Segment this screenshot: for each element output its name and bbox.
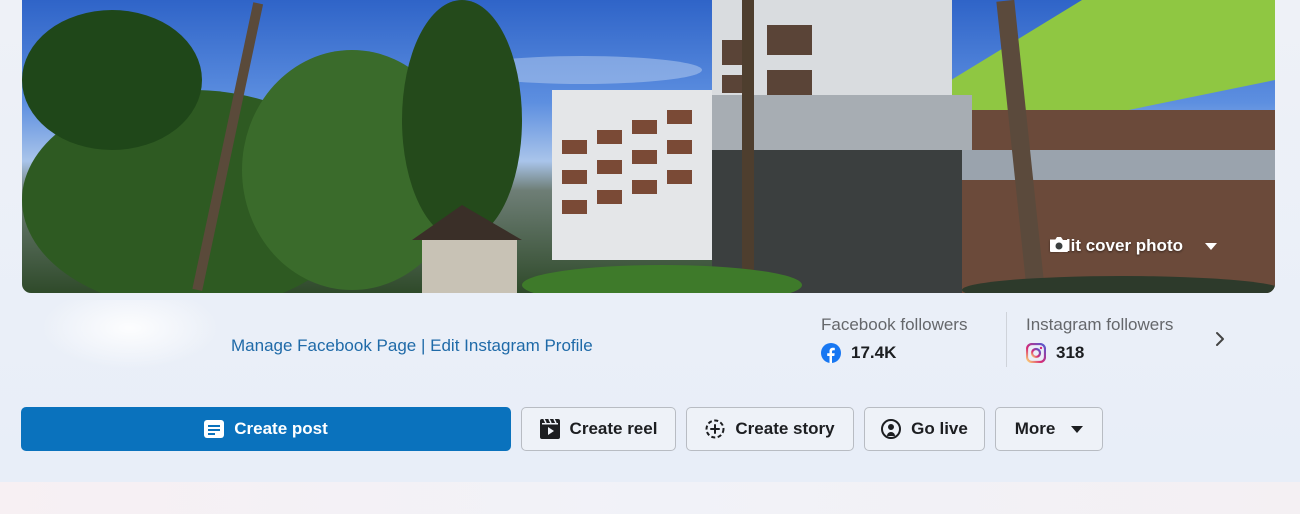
facebook-followers-stat[interactable]: Facebook followers 17.4K	[821, 315, 967, 363]
instagram-followers-stat[interactable]: Instagram followers 318	[1026, 315, 1173, 363]
instagram-followers-label: Instagram followers	[1026, 315, 1174, 334]
more-label: More	[1014, 419, 1056, 438]
stats-divider	[1006, 312, 1007, 367]
facebook-followers-label: Facebook followers	[821, 315, 968, 334]
create-reel-label: Create reel	[569, 419, 658, 438]
post-icon	[204, 420, 225, 438]
caret-down-icon	[1071, 425, 1084, 433]
go-live-label: Go live	[911, 419, 968, 438]
story-icon	[705, 419, 725, 439]
profile-avatar[interactable]	[40, 300, 220, 370]
camera-icon	[1049, 237, 1068, 252]
go-live-button[interactable]: Go live	[864, 407, 985, 451]
create-post-button[interactable]: Create post	[21, 407, 511, 451]
facebook-followers-count: 17.4K	[851, 343, 897, 362]
page: Edit cover photo Manage Facebook Page | …	[0, 0, 1300, 514]
more-button[interactable]: More	[995, 407, 1103, 451]
manage-facebook-page-link[interactable]: Manage Facebook Page	[231, 336, 416, 355]
edit-instagram-profile-link[interactable]: Edit Instagram Profile	[430, 336, 593, 355]
instagram-followers-count: 318	[1056, 343, 1085, 362]
live-icon	[881, 419, 902, 439]
create-post-label: Create post	[234, 419, 328, 438]
cover-photo: Edit cover photo	[22, 0, 1275, 293]
reel-icon	[539, 419, 560, 439]
edit-cover-photo-button[interactable]: Edit cover photo	[1049, 236, 1217, 256]
chevron-right-icon[interactable]	[1212, 329, 1228, 349]
create-story-label: Create story	[735, 419, 835, 438]
create-reel-button[interactable]: Create reel	[521, 407, 676, 451]
facebook-icon	[821, 343, 841, 363]
caret-down-icon	[1205, 242, 1217, 250]
instagram-icon	[1026, 343, 1046, 363]
link-separator: |	[420, 336, 426, 355]
edit-cover-photo-label: Edit cover photo	[1048, 236, 1183, 255]
create-story-button[interactable]: Create story	[686, 407, 854, 451]
manage-links: Manage Facebook Page | Edit Instagram Pr…	[231, 336, 593, 356]
page-header-panel: Edit cover photo Manage Facebook Page | …	[0, 0, 1300, 482]
